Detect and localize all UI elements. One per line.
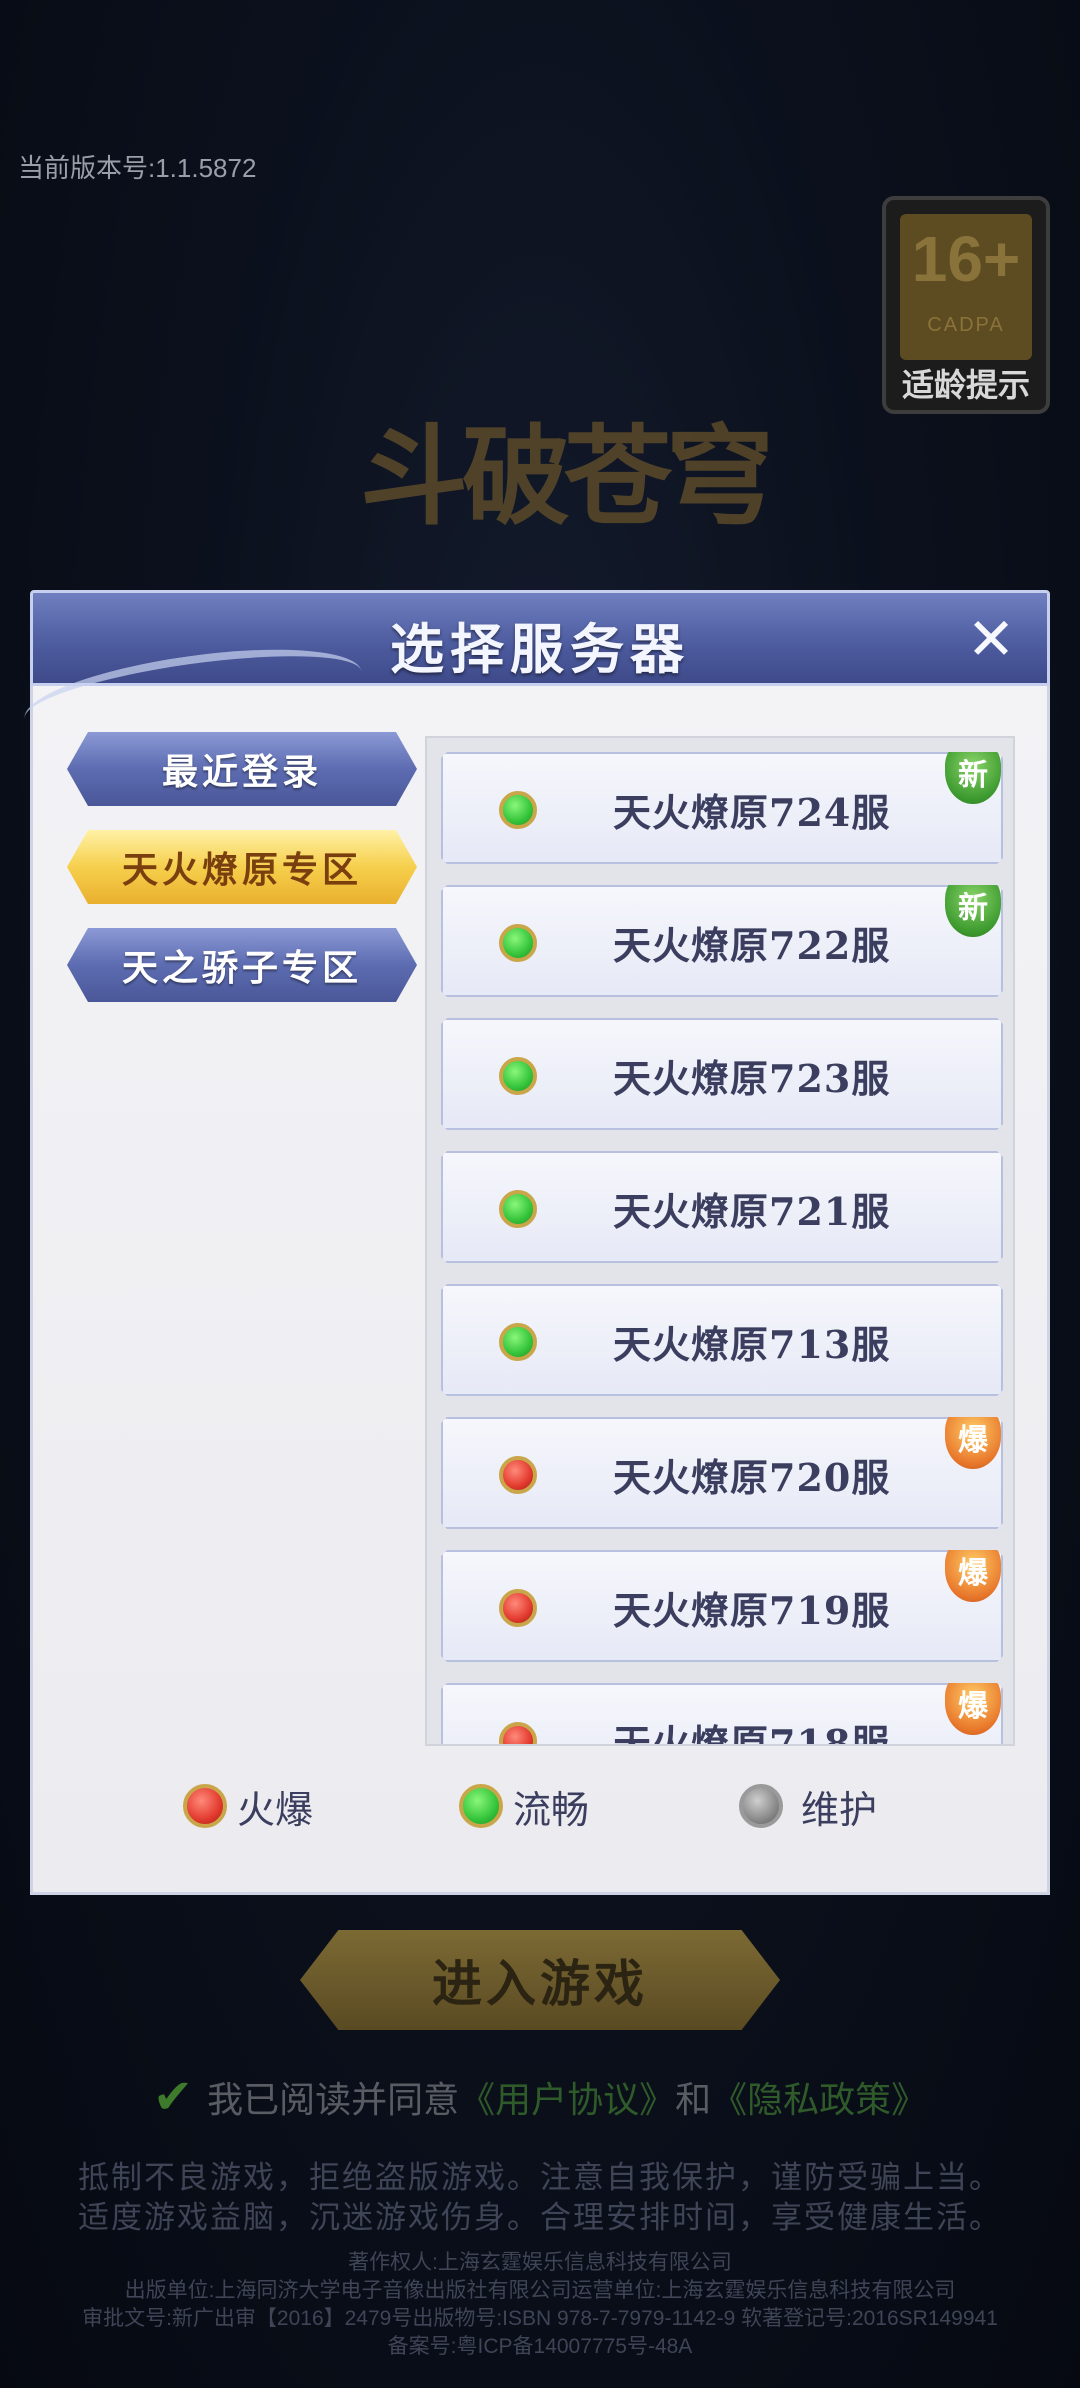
server-name: 天火燎原719服	[613, 1588, 891, 1633]
hot-badge: 爆	[945, 1405, 1001, 1469]
server-name: 天火燎原718服	[613, 1721, 891, 1746]
status-smooth-icon	[499, 1323, 537, 1361]
server-name: 天火燎原723服	[613, 1056, 891, 1101]
agreement-and: 和	[675, 2080, 712, 2121]
server-row[interactable]: 天火燎原721服	[441, 1151, 1003, 1263]
server-row[interactable]: 天火燎原722服 新	[441, 885, 1003, 997]
category-recent-login[interactable]: 最近登录	[67, 732, 417, 806]
dialog-body: 最近登录 天火燎原专区 天之骄子专区 天火燎原724服 新 天火燎原722服 新…	[19, 632, 1050, 1895]
age-rating-org: CADPA	[927, 314, 1005, 336]
age-rating-tip: 适龄提示	[901, 366, 1030, 404]
server-name: 天火燎原721服	[613, 1189, 891, 1234]
age-rating-badge: 16+ CADPA 适龄提示	[882, 196, 1050, 414]
age-rating-value: 16+	[911, 223, 1021, 295]
status-hot-icon	[183, 1784, 227, 1828]
status-maintenance-icon	[739, 1784, 783, 1828]
game-logo: 斗破苍穹	[360, 414, 774, 540]
legend-label: 维护	[801, 1787, 878, 1832]
check-icon[interactable]: ✔	[153, 2069, 193, 2125]
legend-maintenance: 维护	[739, 1778, 877, 1834]
server-row[interactable]: 天火燎原718服 爆	[441, 1683, 1003, 1746]
server-name: 天火燎原713服	[613, 1322, 891, 1367]
health-notice-line: 抵制不良游戏，拒绝盗版游戏。注意自我保护，谨防受骗上当。	[78, 2160, 1002, 2196]
copyright-line: 著作权人:上海玄霆娱乐信息科技有限公司	[348, 2251, 732, 2274]
status-hot-icon	[499, 1589, 537, 1627]
legend-label: 流畅	[513, 1787, 590, 1832]
server-name: 天火燎原720服	[613, 1455, 891, 1500]
legend-smooth: 流畅	[459, 1778, 589, 1834]
server-row[interactable]: 天火燎原713服	[441, 1284, 1003, 1396]
new-badge: 新	[945, 873, 1001, 937]
copyright-line: 备案号:粤ICP备14007775号-48A	[387, 2335, 693, 2358]
enter-game-button[interactable]: 进入游戏	[300, 1930, 780, 2030]
status-smooth-icon	[459, 1784, 503, 1828]
status-smooth-icon	[499, 924, 537, 962]
copyright-line: 出版单位:上海同济大学电子音像出版社有限公司运营单位:上海玄霆娱乐信息科技有限公…	[124, 2279, 956, 2302]
status-smooth-icon	[499, 1190, 537, 1228]
agreement-prefix: 我已阅读并同意	[207, 2080, 460, 2121]
version-label: 当前版本号:1.1.5872	[18, 153, 257, 183]
legend-label: 火爆	[237, 1787, 314, 1832]
legend-hot: 火爆	[183, 1778, 313, 1834]
status-hot-icon	[499, 1456, 537, 1494]
user-agreement-link[interactable]: 《用户协议》	[459, 2071, 675, 2123]
status-smooth-icon	[499, 1057, 537, 1095]
hot-badge: 爆	[945, 1538, 1001, 1602]
status-hot-icon	[499, 1722, 537, 1746]
status-smooth-icon	[499, 791, 537, 829]
server-select-dialog: 选择服务器 ✕ 最近登录 天火燎原专区 天之骄子专区 天火燎原724服 新 天火…	[19, 590, 1050, 1895]
hot-badge: 爆	[945, 1671, 1001, 1735]
server-row[interactable]: 天火燎原719服 爆	[441, 1550, 1003, 1662]
health-notice-line: 适度游戏益脑，沉迷游戏伤身。合理安排时间，享受健康生活。	[78, 2200, 1002, 2236]
server-list[interactable]: 天火燎原724服 新 天火燎原722服 新 天火燎原723服 天火燎原721服 …	[425, 736, 1015, 1746]
close-icon[interactable]: ✕	[959, 607, 1023, 671]
server-row[interactable]: 天火燎原720服 爆	[441, 1417, 1003, 1529]
copyright-line: 审批文号:新广出审【2016】2479号出版物号:ISBN 978-7-7979…	[82, 2307, 998, 2330]
server-name: 天火燎原722服	[613, 923, 891, 968]
server-row[interactable]: 天火燎原723服	[441, 1018, 1003, 1130]
server-name: 天火燎原724服	[613, 790, 891, 835]
category-tianzhijiaozi-zone[interactable]: 天之骄子专区	[67, 928, 417, 1002]
server-row[interactable]: 天火燎原724服 新	[441, 752, 1003, 864]
category-tianhuo-zone[interactable]: 天火燎原专区	[67, 830, 417, 904]
agreement-row: ✔ 我已阅读并同意 《用户协议》 和 《隐私政策》	[0, 2069, 1080, 2125]
privacy-policy-link[interactable]: 《隐私政策》	[711, 2071, 927, 2123]
new-badge: 新	[945, 740, 1001, 804]
